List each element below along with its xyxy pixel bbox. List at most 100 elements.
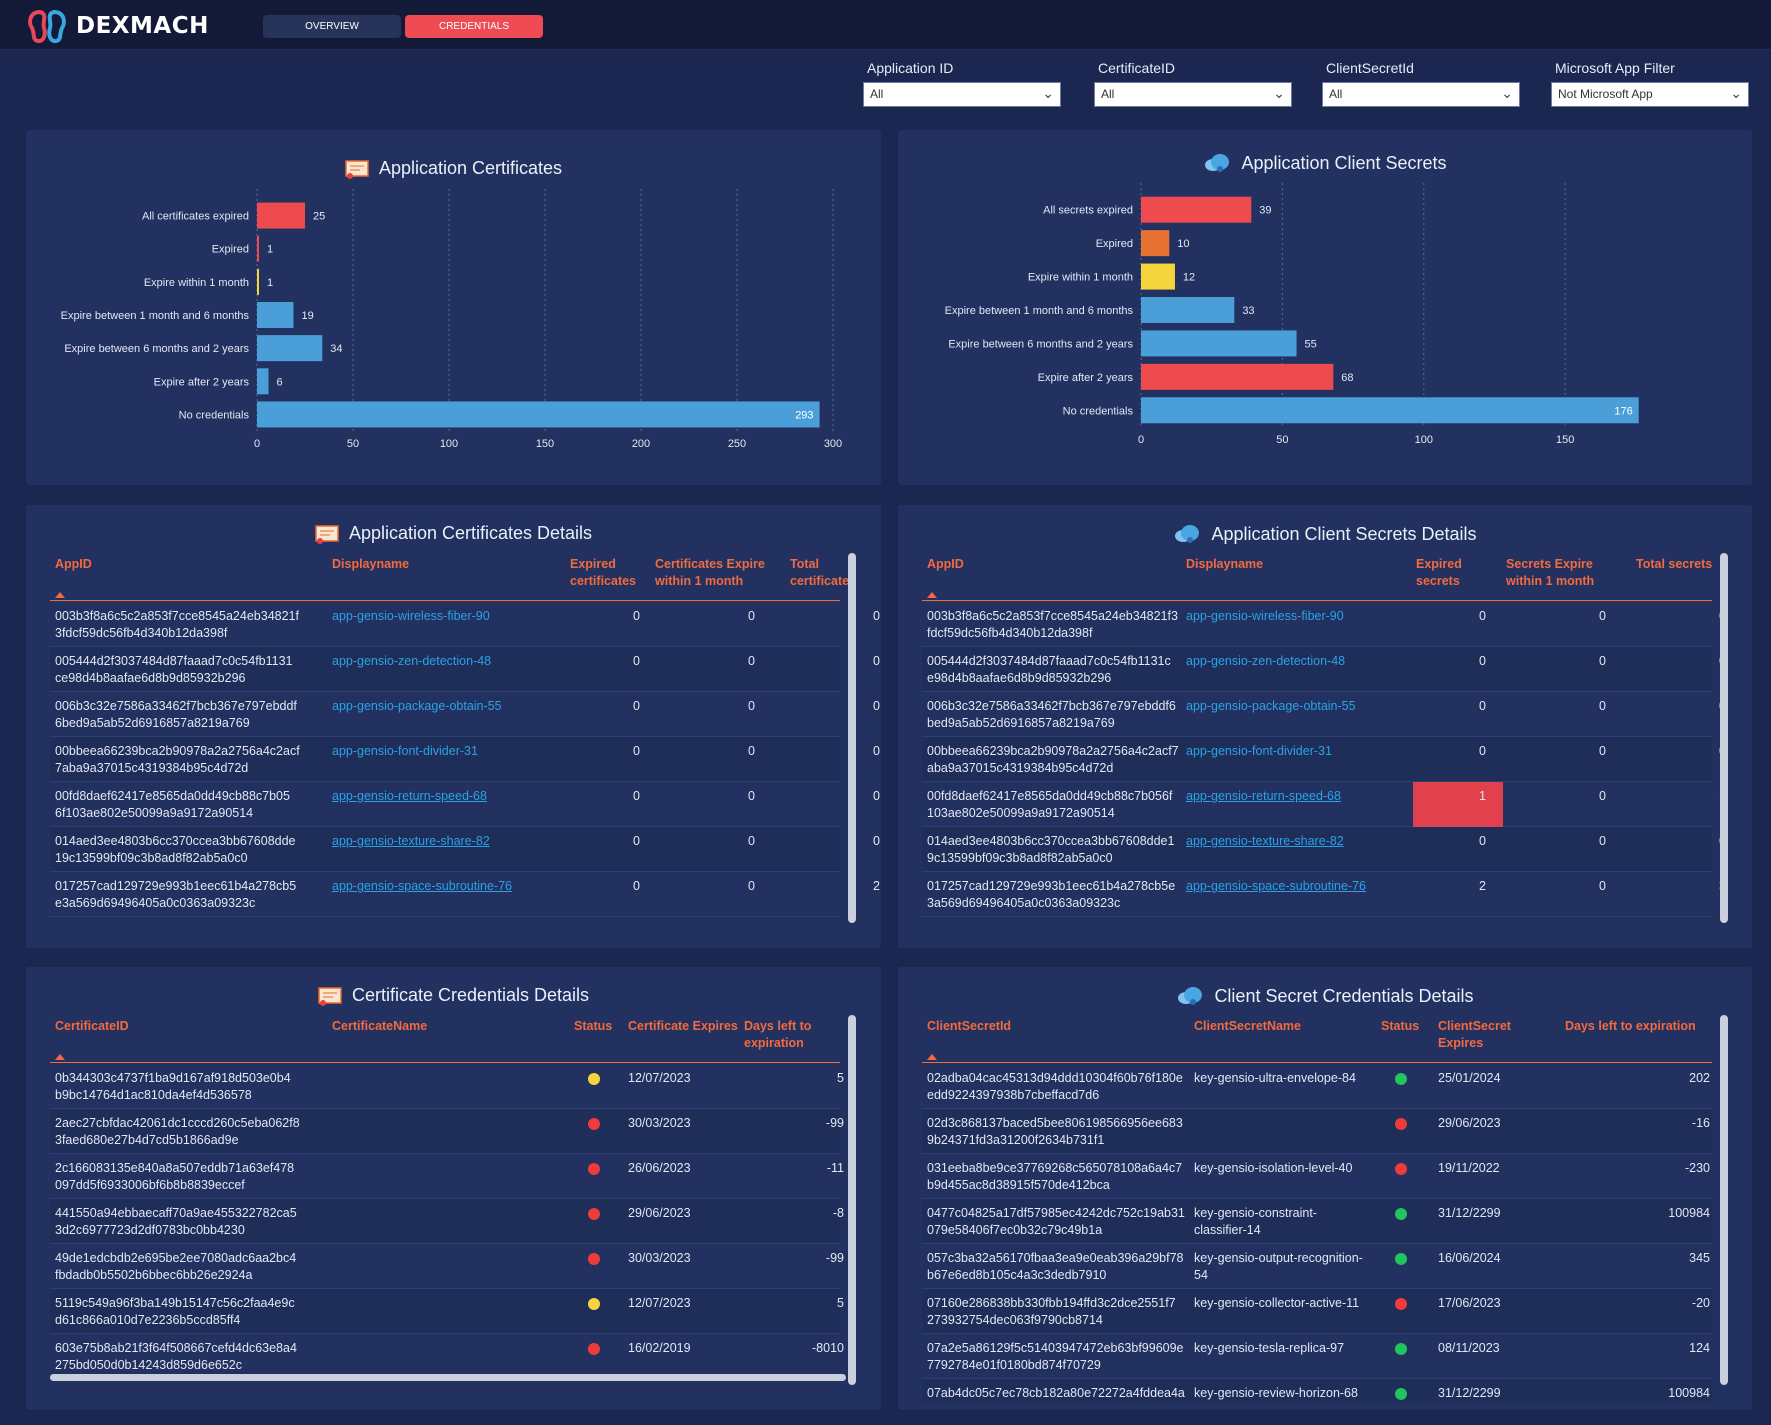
- bar[interactable]: [257, 268, 259, 295]
- table-row[interactable]: 014aed3ee4803b6cc370ccea3bb67608dde19c13…: [922, 827, 1726, 872]
- status-dot: [588, 1163, 600, 1175]
- table-row[interactable]: 0477c04825a17df57985ec4242dc752c19ab31 07…: [922, 1199, 1712, 1244]
- column-header[interactable]: Total secrets: [1636, 556, 1716, 573]
- app-displayname-link[interactable]: app-gensio-return-speed-68: [1186, 788, 1416, 805]
- table-row[interactable]: 00bbeea66239bca2b90978a2a2756a4c2acf7aba…: [922, 737, 1726, 782]
- table-row[interactable]: 006b3c32e7586a33462f7bcb367e797ebddf6bed…: [922, 692, 1726, 737]
- sort-ascending-icon[interactable]: [927, 592, 937, 598]
- bar[interactable]: [1141, 263, 1175, 290]
- sort-ascending-icon[interactable]: [55, 1054, 65, 1060]
- table-row[interactable]: 017257cad129729e993b1eec61b4a278cb5e3a56…: [922, 872, 1726, 917]
- microsoft-app-select[interactable]: Not Microsoft App ⌄: [1551, 82, 1749, 107]
- vertical-scrollbar[interactable]: [1720, 1015, 1728, 1385]
- bar[interactable]: [1141, 330, 1297, 357]
- table-row[interactable]: 603e75b8ab21f3f64f508667cefd4dc63e8a4 275…: [50, 1334, 844, 1379]
- table-row[interactable]: 057c3ba32a56170fbaa3ea9e0eab396a29bf78 b6…: [922, 1244, 1712, 1289]
- column-header[interactable]: Days left to expiration: [1565, 1018, 1710, 1035]
- bar[interactable]: [1141, 196, 1252, 223]
- credential-id-line: 9b24371fd3a31200f2634b731f1: [927, 1133, 1105, 1147]
- column-header[interactable]: Total certificates: [790, 556, 870, 590]
- column-header[interactable]: Status: [1381, 1018, 1431, 1035]
- table-row[interactable]: 014aed3ee4803b6cc370ccea3bb67608dde19c13…: [50, 827, 880, 872]
- column-header[interactable]: Certificates Expire within 1 month: [655, 556, 765, 590]
- column-header[interactable]: ClientSecretId: [927, 1018, 1127, 1035]
- column-header[interactable]: Days left to expiration: [744, 1018, 844, 1052]
- tab-credentials[interactable]: CREDENTIALS: [405, 15, 543, 38]
- vertical-scrollbar[interactable]: [1720, 553, 1728, 923]
- column-header[interactable]: Secrets Expire within 1 month: [1506, 556, 1616, 590]
- column-header[interactable]: AppID: [55, 556, 255, 573]
- table-row[interactable]: 07ab4dc05c7ec78cb182a80e72272a4fddea4a ke…: [922, 1379, 1712, 1403]
- table-row[interactable]: 031eeba8be9ce37769268c565078108a6a4c7 b9d…: [922, 1154, 1712, 1199]
- table-row[interactable]: 02d3c868137baced5bee806198566956ee683 9b2…: [922, 1109, 1712, 1154]
- table-row[interactable]: 006b3c32e7586a33462f7bcb367e797ebddf6bed…: [50, 692, 880, 737]
- table-row[interactable]: 005444d2f3037484d87faaad7c0c54fb1131ce98…: [50, 647, 880, 692]
- app-displayname-link[interactable]: app-gensio-space-subroutine-76: [1186, 878, 1416, 895]
- table-row[interactable]: 00fd8daef62417e8565da0dd49cb88c7b056f103…: [50, 782, 880, 827]
- app-displayname-link[interactable]: app-gensio-package-obtain-55: [332, 698, 562, 715]
- table-row[interactable]: 07a2e5a86129f5c51403947472eb63bf99609e 77…: [922, 1334, 1712, 1379]
- table-row[interactable]: 00fd8daef62417e8565da0dd49cb88c7b056f103…: [922, 782, 1726, 827]
- column-header[interactable]: Expired certificates: [570, 556, 650, 590]
- app-displayname-link[interactable]: app-gensio-font-divider-31: [332, 743, 562, 760]
- horizontal-scrollbar[interactable]: [50, 1374, 846, 1381]
- bar[interactable]: [1141, 230, 1170, 257]
- bar[interactable]: [257, 401, 820, 428]
- table-row[interactable]: 003b3f8a6c5c2a853f7cce8545a24eb34821f3fd…: [922, 602, 1726, 647]
- vertical-scrollbar[interactable]: [848, 553, 856, 923]
- table-row[interactable]: 003b3f8a6c5c2a853f7cce8545a24eb34821f3fd…: [50, 602, 880, 647]
- bar[interactable]: [257, 202, 305, 229]
- app-displayname-link[interactable]: app-gensio-zen-detection-48: [1186, 653, 1416, 670]
- total-count: 0: [873, 834, 880, 848]
- column-header[interactable]: ClientSecret Expires: [1438, 1018, 1558, 1052]
- column-header[interactable]: Certificate Expires: [628, 1018, 738, 1035]
- table-row[interactable]: 2c166083135e840a8a507eddb71a63ef478 097dd…: [50, 1154, 844, 1199]
- expiring-count: 0: [748, 609, 755, 623]
- table-row[interactable]: 0b344303c4737f1ba9d167af918d503e0b4 b9bc1…: [50, 1064, 844, 1109]
- app-displayname-link[interactable]: app-gensio-wireless-fiber-90: [1186, 608, 1416, 625]
- table-row[interactable]: 07160e286838bb330fbb194ffd3c2dce2551f7 27…: [922, 1289, 1712, 1334]
- table-row[interactable]: 00bbeea66239bca2b90978a2a2756a4c2acf7aba…: [50, 737, 880, 782]
- sort-ascending-icon[interactable]: [927, 1054, 937, 1060]
- sort-ascending-icon[interactable]: [55, 592, 65, 598]
- table-row[interactable]: 5119c549a96f3ba149b15147c56c2faa4e9c d61c…: [50, 1289, 844, 1334]
- app-displayname-link[interactable]: app-gensio-wireless-fiber-90: [332, 608, 562, 625]
- table-row[interactable]: 017257cad129729e993b1eec61b4a278cb5e3a56…: [50, 872, 880, 917]
- column-header[interactable]: Displayname: [332, 556, 532, 573]
- table-row[interactable]: 441550a94ebbaecaff70a9ae455322782ca5 3d2c…: [50, 1199, 844, 1244]
- table-row[interactable]: 005444d2f3037484d87faaad7c0c54fb1131ce98…: [922, 647, 1726, 692]
- column-header[interactable]: AppID: [927, 556, 1127, 573]
- expiring-count: 0: [1599, 879, 1606, 893]
- app-displayname-link[interactable]: app-gensio-font-divider-31: [1186, 743, 1416, 760]
- column-header[interactable]: Status: [574, 1018, 624, 1035]
- app-displayname-link[interactable]: app-gensio-zen-detection-48: [332, 653, 562, 670]
- column-header[interactable]: CertificateName: [332, 1018, 532, 1035]
- app-displayname-link[interactable]: app-gensio-texture-share-82: [332, 833, 562, 850]
- credential-id-line: b67e6ed8b105c4a3c3dedb7910: [927, 1268, 1107, 1282]
- column-header[interactable]: Displayname: [1186, 556, 1386, 573]
- bar[interactable]: [257, 335, 323, 362]
- certificate-id-select[interactable]: All ⌄: [1094, 82, 1292, 107]
- bar[interactable]: [257, 235, 259, 262]
- table-row[interactable]: 2aec27cbfdac42061dc1cccd260c5eba062f8 3fa…: [50, 1109, 844, 1154]
- bar[interactable]: [257, 302, 294, 328]
- app-displayname-link[interactable]: app-gensio-return-speed-68: [332, 788, 562, 805]
- app-displayname-link[interactable]: app-gensio-texture-share-82: [1186, 833, 1416, 850]
- column-header[interactable]: ClientSecretName: [1194, 1018, 1354, 1035]
- bar[interactable]: [1141, 363, 1334, 390]
- filter-label: CertificateID: [1098, 60, 1176, 76]
- bar[interactable]: [1141, 397, 1639, 424]
- table-row[interactable]: 02adba04cac45313d94ddd10304f60b76f180e ed…: [922, 1064, 1712, 1109]
- bar[interactable]: [257, 368, 269, 395]
- table-row[interactable]: 49de1edcbdb2e695be2ee7080adc6aa2bc4 fbdad…: [50, 1244, 844, 1289]
- column-header[interactable]: Expired secrets: [1416, 556, 1496, 590]
- vertical-scrollbar[interactable]: [848, 1015, 856, 1385]
- app-displayname-link[interactable]: app-gensio-space-subroutine-76: [332, 878, 562, 895]
- bar[interactable]: [1141, 297, 1235, 323]
- client-secret-id-select[interactable]: All ⌄: [1322, 82, 1520, 107]
- app-displayname-link[interactable]: app-gensio-package-obtain-55: [1186, 698, 1416, 715]
- column-header[interactable]: CertificateID: [55, 1018, 255, 1035]
- tab-overview[interactable]: OVERVIEW: [263, 15, 401, 38]
- application-id-select[interactable]: All ⌄: [863, 82, 1061, 107]
- credential-id-line: 031eeba8be9ce37769268c565078108a6a4c7: [927, 1161, 1183, 1175]
